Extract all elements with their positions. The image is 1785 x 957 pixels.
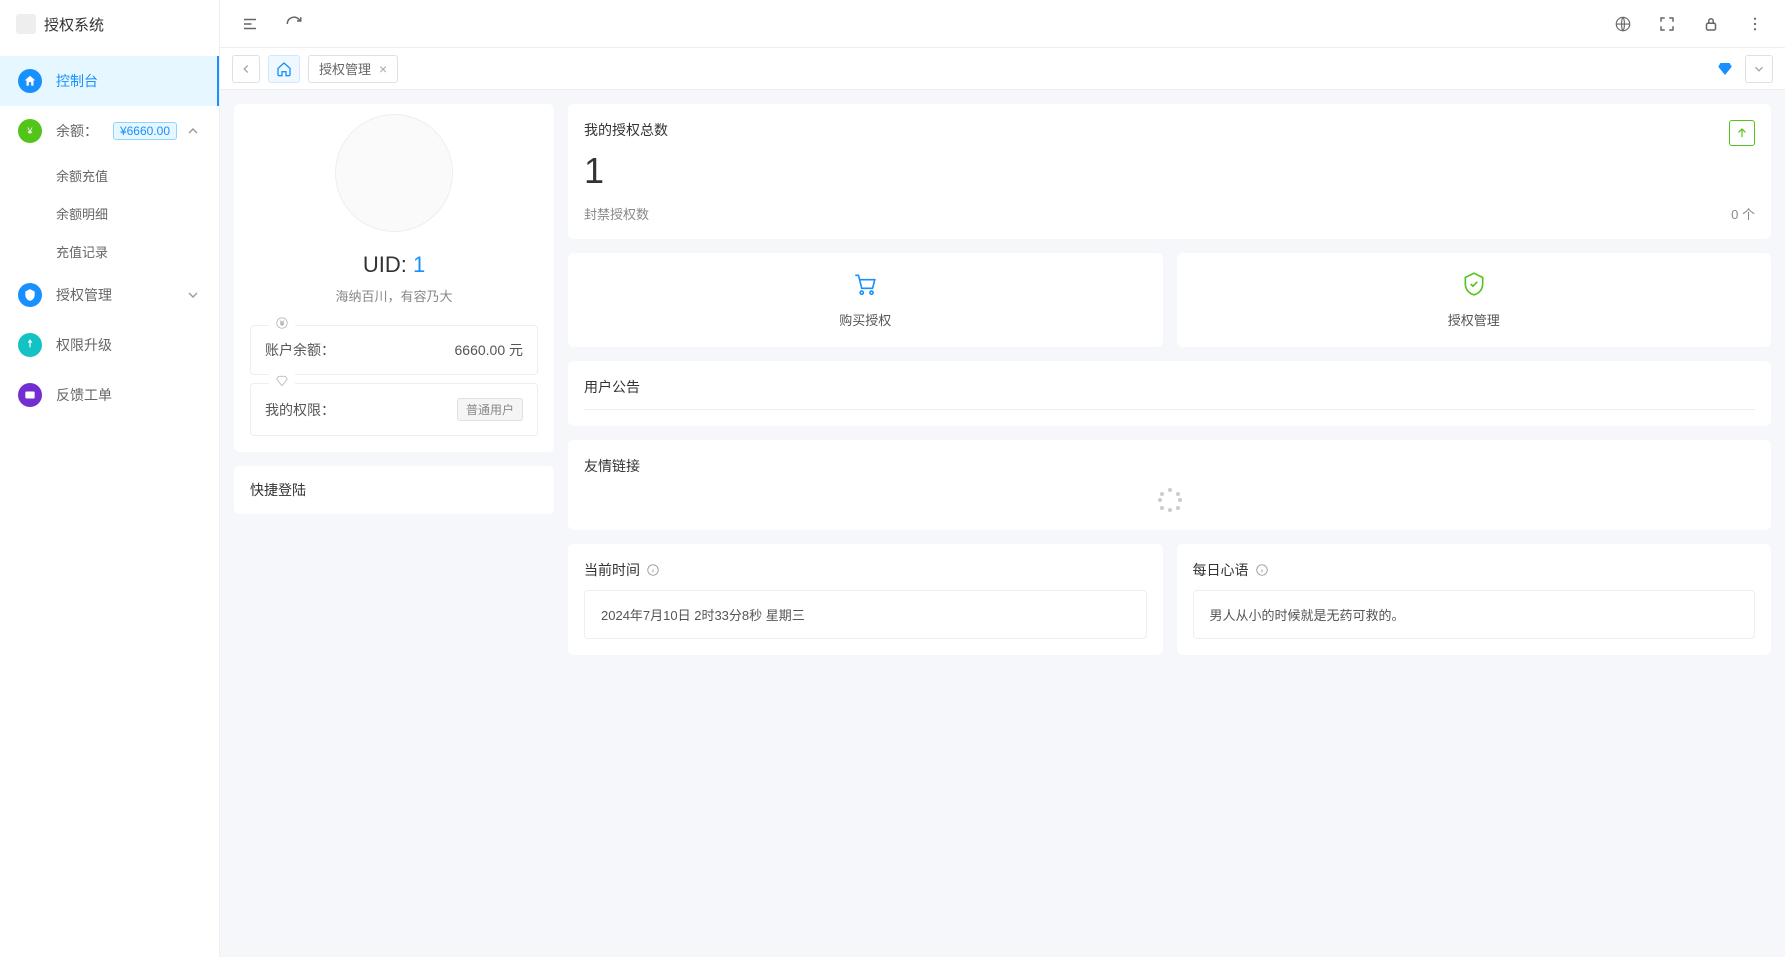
stats-banned-label: 封禁授权数 xyxy=(584,204,649,223)
tabbar: 授权管理 × xyxy=(220,48,1785,90)
topbar xyxy=(220,0,1785,48)
scroll-top-button[interactable] xyxy=(1729,120,1755,146)
app-title-text: 授权系统 xyxy=(44,14,104,35)
globe-icon[interactable] xyxy=(1613,14,1633,34)
sidebar-item-label: 授权管理 xyxy=(56,285,185,305)
diamond-icon[interactable] xyxy=(1715,59,1735,79)
daily-value: 男人从小的时候就是无药可救的。 xyxy=(1193,590,1756,639)
time-card: 当前时间 2024年7月10日 2时33分8秒 星期三 xyxy=(568,544,1163,655)
sidebar-item-balance[interactable]: ¥ 余额： ¥6660.00 xyxy=(0,106,219,156)
sidebar-item-label: 余额： xyxy=(56,121,113,141)
tab-prev-button[interactable] xyxy=(232,55,260,83)
collapse-icon[interactable] xyxy=(240,14,260,34)
yen-circle-icon: ¥ xyxy=(269,316,295,333)
sidebar-sub-record[interactable]: 充值记录 xyxy=(0,232,219,270)
announce-title: 用户公告 xyxy=(584,377,1755,397)
diamond-outline-icon xyxy=(269,374,295,391)
profile-motto: 海纳百川，有容乃大 xyxy=(250,286,538,305)
tab-label: 授权管理 xyxy=(319,59,371,78)
yen-icon: ¥ xyxy=(18,119,42,143)
sidebar-item-upgrade[interactable]: 权限升级 xyxy=(0,320,219,370)
logo-icon xyxy=(16,14,36,34)
sidebar-menu: 控制台 ¥ 余额： ¥6660.00 余额充值 余额明细 充值记录 授权管理 权… xyxy=(0,48,219,957)
manage-auth-label: 授权管理 xyxy=(1195,310,1754,329)
balance-value: 6660.00 元 xyxy=(455,340,524,360)
uid-value: 1 xyxy=(413,252,425,277)
balance-label: 账户余额： xyxy=(265,340,335,360)
main: 授权管理 × UID: 1 海纳百川，有容乃大 ¥ xyxy=(220,0,1785,957)
content: UID: 1 海纳百川，有容乃大 ¥ 账户余额： 6660.00 元 我的权限： xyxy=(220,90,1785,957)
svg-text:¥: ¥ xyxy=(280,320,284,327)
stats-card: 我的授权总数 1 封禁授权数 0 个 xyxy=(568,104,1771,239)
uid-label: UID: 1 xyxy=(250,252,538,278)
fullscreen-icon[interactable] xyxy=(1657,14,1677,34)
time-value: 2024年7月10日 2时33分8秒 星期三 xyxy=(584,590,1147,639)
time-title: 当前时间 xyxy=(584,560,1147,580)
announce-card: 用户公告 xyxy=(568,361,1771,426)
perm-value: 普通用户 xyxy=(457,398,523,421)
balance-badge: ¥6660.00 xyxy=(113,122,177,140)
lock-icon[interactable] xyxy=(1701,14,1721,34)
tab-auth-manage[interactable]: 授权管理 × xyxy=(308,55,398,83)
links-card: 友情链接 xyxy=(568,440,1771,530)
sidebar-item-feedback[interactable]: 反馈工单 xyxy=(0,370,219,420)
sidebar-item-label: 权限升级 xyxy=(56,335,201,355)
tab-home-button[interactable] xyxy=(268,55,300,83)
loading-spinner xyxy=(584,486,1755,514)
stats-title: 我的授权总数 xyxy=(584,120,1755,140)
shield-icon xyxy=(18,283,42,307)
balance-fieldset: ¥ 账户余额： 6660.00 元 xyxy=(250,325,538,375)
close-icon[interactable]: × xyxy=(379,61,387,77)
daily-title: 每日心语 xyxy=(1193,560,1756,580)
profile-card: UID: 1 海纳百川，有容乃大 ¥ 账户余额： 6660.00 元 我的权限： xyxy=(234,104,554,452)
daily-card: 每日心语 男人从小的时候就是无药可救的。 xyxy=(1177,544,1772,655)
svg-text:¥: ¥ xyxy=(26,126,33,136)
refresh-icon[interactable] xyxy=(284,14,304,34)
sidebar-item-label: 控制台 xyxy=(56,71,199,91)
shield-check-icon xyxy=(1195,271,1754,300)
more-icon[interactable] xyxy=(1745,14,1765,34)
home-icon xyxy=(18,69,42,93)
links-title: 友情链接 xyxy=(584,456,1755,476)
cart-icon xyxy=(586,271,1145,300)
chevron-down-icon xyxy=(185,287,201,303)
sidebar-item-label: 反馈工单 xyxy=(56,385,201,405)
buy-auth-button[interactable]: 购买授权 xyxy=(568,253,1163,347)
chevron-up-icon xyxy=(185,123,201,139)
avatar xyxy=(335,114,453,232)
sidebar-item-dashboard[interactable]: 控制台 xyxy=(0,56,219,106)
sidebar-sub-detail[interactable]: 余额明细 xyxy=(0,194,219,232)
manage-auth-button[interactable]: 授权管理 xyxy=(1177,253,1772,347)
sidebar-item-auth[interactable]: 授权管理 xyxy=(0,270,219,320)
sidebar-sub-recharge[interactable]: 余额充值 xyxy=(0,156,219,194)
app-title: 授权系统 xyxy=(0,0,219,48)
stats-banned-value: 0 个 xyxy=(1731,204,1755,223)
quick-login-title: 快捷登陆 xyxy=(250,482,306,498)
ticket-icon xyxy=(18,383,42,407)
info-icon xyxy=(646,563,660,577)
quick-login-card: 快捷登陆 xyxy=(234,466,554,514)
action-row: 购买授权 授权管理 xyxy=(568,253,1771,347)
perm-label: 我的权限： xyxy=(265,400,335,420)
stats-total: 1 xyxy=(584,150,1755,192)
sidebar: 授权系统 控制台 ¥ 余额： ¥6660.00 余额充值 余额明细 充值记录 授… xyxy=(0,0,220,957)
tab-dropdown-button[interactable] xyxy=(1745,55,1773,83)
info-icon xyxy=(1255,563,1269,577)
upgrade-icon xyxy=(18,333,42,357)
perm-fieldset: 我的权限： 普通用户 xyxy=(250,383,538,436)
buy-auth-label: 购买授权 xyxy=(586,310,1145,329)
